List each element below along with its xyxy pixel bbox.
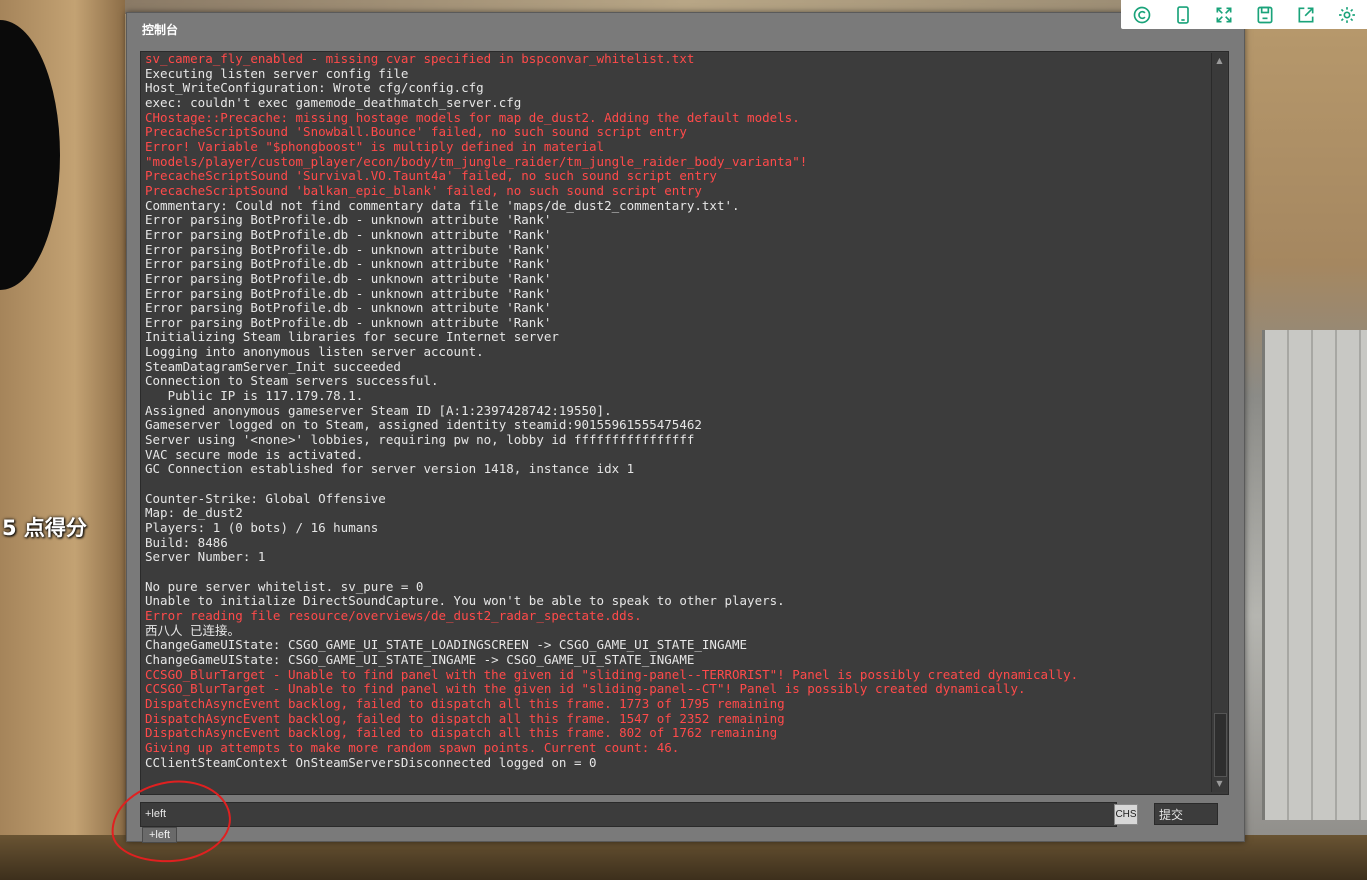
log-line-error: PrecacheScriptSound 'Snowball.Bounce' fa… (145, 124, 687, 140)
console-scrollbar[interactable]: ▲ ▼ (1211, 53, 1227, 792)
overlay-toolbar (1121, 0, 1367, 29)
log-line: SteamDatagramServer_Init succeeded (145, 358, 401, 374)
log-line: Error parsing BotProfile.db - unknown at… (145, 314, 552, 330)
ime-indicator: CHS (1114, 804, 1138, 825)
scroll-thumb[interactable] (1214, 713, 1227, 777)
console-log-lines: sv_camera_fly_enabled - missing cvar spe… (145, 52, 1210, 770)
log-line-error: Error! Variable "$phongboost" is multipl… (145, 138, 605, 154)
scroll-up-icon[interactable]: ▲ (1212, 55, 1227, 67)
log-line: Players: 1 (0 bots) / 16 humans (145, 520, 379, 535)
gear-icon[interactable] (1336, 4, 1358, 26)
log-line: Build: 8486 (145, 534, 228, 550)
log-line: Server using '<none>' lobbies, requiring… (145, 432, 695, 448)
log-line: exec: couldn't exec gamemode_deathmatch_… (145, 94, 522, 110)
console-log[interactable]: sv_camera_fly_enabled - missing cvar spe… (140, 51, 1229, 795)
log-line: Map: de_dust2 (145, 505, 243, 521)
phone-icon[interactable] (1172, 4, 1194, 26)
log-line: Unable to initialize DirectSoundCapture.… (145, 593, 785, 609)
hud-score-text: 5 点得分 (2, 516, 87, 540)
log-line: Server Number: 1 (145, 549, 266, 565)
log-line: Error parsing BotProfile.db - unknown at… (145, 270, 552, 286)
log-line-error: Giving up attempts to make more random s… (145, 739, 680, 755)
log-line-error: CCSGO_BlurTarget - Unable to find panel … (145, 666, 1079, 682)
log-line: Counter-Strike: Global Offensive (145, 490, 386, 506)
log-line-error: CHostage::Precache: missing hostage mode… (145, 109, 800, 125)
log-line: GC Connection established for server ver… (145, 461, 635, 477)
console-input-container[interactable]: +left (140, 802, 1117, 827)
log-line: Host_WriteConfiguration: Wrote cfg/confi… (145, 80, 484, 96)
log-line-error: DispatchAsyncEvent backlog, failed to di… (145, 725, 778, 741)
log-line-error: PrecacheScriptSound 'balkan_epic_blank' … (145, 182, 702, 198)
log-line: Assigned anonymous gameserver Steam ID [… (145, 402, 612, 418)
log-line: No pure server whitelist. sv_pure = 0 (145, 578, 424, 594)
log-line-error: Error reading file resource/overviews/de… (145, 607, 642, 623)
log-line-error: sv_camera_fly_enabled - missing cvar spe… (145, 51, 695, 66)
console-input[interactable]: +left (145, 803, 1105, 826)
submit-button[interactable]: 提交 (1154, 803, 1218, 825)
log-line: Error parsing BotProfile.db - unknown at… (145, 212, 552, 228)
game-background-door (1262, 330, 1367, 820)
log-line: Error parsing BotProfile.db - unknown at… (145, 300, 552, 316)
log-line: Error parsing BotProfile.db - unknown at… (145, 241, 552, 257)
log-line: Initializing Steam libraries for secure … (145, 329, 559, 345)
log-line: ​ (145, 477, 1210, 492)
log-line: ChangeGameUIState: CSGO_GAME_UI_STATE_LO… (145, 637, 748, 653)
scroll-down-icon[interactable]: ▼ (1212, 778, 1227, 790)
log-line: 西八人 已连接。 (145, 622, 241, 638)
log-line: Executing listen server config file (145, 65, 409, 81)
fullscreen-icon[interactable] (1213, 4, 1235, 26)
autocomplete-suggestion[interactable]: +left (142, 827, 178, 843)
log-line-error: PrecacheScriptSound 'Survival.VO.Taunt4a… (145, 168, 717, 184)
log-line: Logging into anonymous listen server acc… (145, 344, 484, 360)
log-line: Error parsing BotProfile.db - unknown at… (145, 285, 552, 301)
save-icon[interactable] (1254, 4, 1276, 26)
log-line: Error parsing BotProfile.db - unknown at… (145, 256, 552, 272)
log-line: ​ (145, 565, 1210, 580)
log-line-error: DispatchAsyncEvent backlog, failed to di… (145, 695, 785, 711)
log-line-error: "models/player/custom_player/econ/body/t… (145, 153, 808, 169)
log-line: Gameserver logged on to Steam, assigned … (145, 417, 702, 433)
log-line: Public IP is 117.179.78.1. (145, 388, 364, 404)
copyright-circle-icon[interactable] (1131, 4, 1153, 26)
log-line-error: DispatchAsyncEvent backlog, failed to di… (145, 710, 785, 726)
log-line: CClientSteamContext OnSteamServersDiscon… (145, 754, 597, 770)
log-line-error: CCSGO_BlurTarget - Unable to find panel … (145, 681, 1026, 697)
log-line: Error parsing BotProfile.db - unknown at… (145, 226, 552, 242)
share-icon[interactable] (1295, 4, 1317, 26)
log-line: ChangeGameUIState: CSGO_GAME_UI_STATE_IN… (145, 651, 695, 667)
log-line: VAC secure mode is activated. (145, 446, 364, 462)
log-line: Commentary: Could not find commentary da… (145, 197, 740, 213)
console-window: 控制台 sv_camera_fly_enabled - missing cvar… (126, 12, 1245, 843)
console-title: 控制台 (142, 23, 179, 37)
log-line: Connection to Steam servers successful. (145, 373, 439, 389)
